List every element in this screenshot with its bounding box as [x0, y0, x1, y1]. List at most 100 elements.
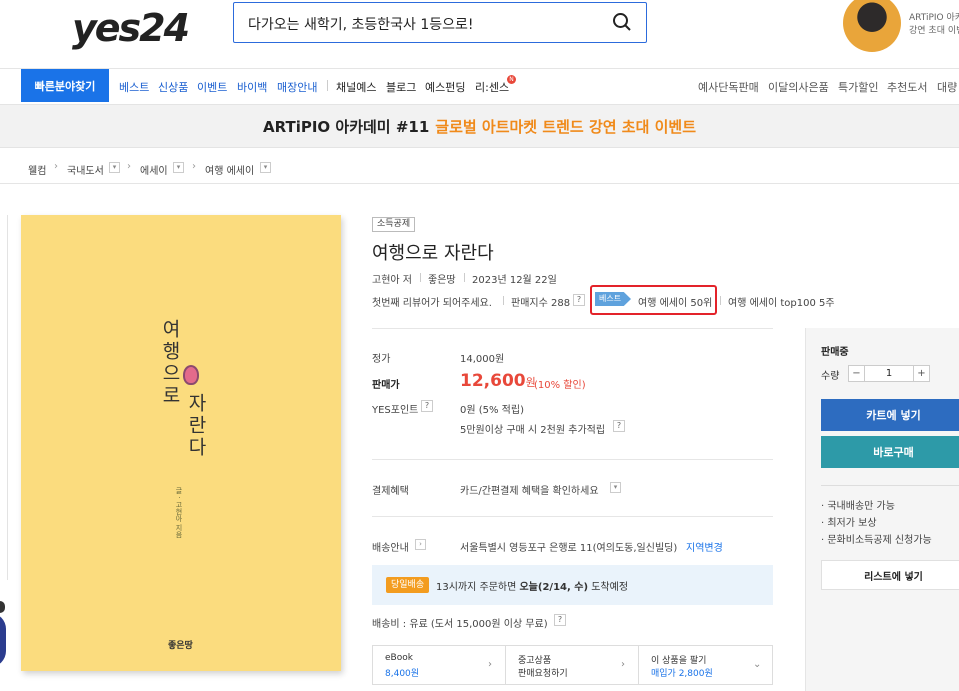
cover-publisher: 좋은땅 [168, 641, 193, 651]
quantity-minus-button[interactable]: − [848, 365, 865, 382]
help-icon[interactable]: ? [421, 400, 433, 412]
nav-bulk[interactable]: 대량 [937, 79, 957, 95]
search-bar[interactable]: 다가오는 새학기, 초등한국사 1등으로! [233, 2, 647, 43]
meta-separator [464, 273, 465, 282]
ad-avatar[interactable] [843, 0, 901, 52]
chevron-down-icon[interactable]: ▾ [610, 482, 621, 493]
nav-license[interactable]: 리:센스 [475, 79, 509, 95]
nav-yes-funding[interactable]: 예스펀딩 [425, 79, 465, 95]
yes-point-label: YES포인트 [372, 405, 419, 416]
chevron-right-icon[interactable]: › [415, 539, 426, 550]
side-thumbnail-strip[interactable] [0, 215, 8, 580]
section-divider [372, 328, 773, 329]
used-title: 중고상품 [518, 656, 552, 666]
sell-title: 이 상품을 팔기 [651, 656, 707, 666]
payment-benefit-link[interactable]: 카드/간편결제 혜택을 확인하세요 [460, 482, 599, 497]
nav-store[interactable]: 매장안내 [277, 79, 317, 95]
eta-date: 오늘(2/14, 수) [519, 582, 589, 593]
breadcrumb-item-domestic[interactable]: 국내도서 [67, 162, 104, 177]
cover-title-part1: 여행으로 [159, 319, 181, 407]
chevron-down-icon[interactable]: ▾ [260, 162, 271, 173]
section-divider [372, 516, 773, 517]
note-lowest-price: · 최저가 보상 [821, 518, 877, 529]
top100-link[interactable]: 여행 에세이 top100 5주 [728, 294, 835, 309]
promo-banner[interactable]: ARTiPIO 아카데미 #11 글로벌 아트마켓 트렌드 강연 초대 이벤트 [0, 104, 959, 148]
search-input[interactable]: 다가오는 새학기, 초등한국사 1등으로! [248, 14, 474, 34]
note-culture-deduction: · 문화비소득공제 신청가능 [821, 535, 932, 546]
list-price-value: 14,000원 [460, 354, 505, 365]
quick-find-button[interactable]: 빠른분야찾기 [21, 69, 109, 102]
same-day-badge: 당일배송 [386, 577, 430, 593]
banner-highlight-text: 글로벌 아트마켓 트렌드 강연 초대 이벤트 [435, 117, 696, 136]
eta-pre: 13시까지 주문하면 [436, 582, 520, 593]
sell-buyback-price: 매입가 2,800원 [651, 669, 713, 679]
nav-gift[interactable]: 이달의사은품 [768, 79, 829, 95]
cover-author: 글 · 고현아 지음 [175, 487, 183, 538]
new-badge: N [507, 75, 516, 84]
yes24-logo[interactable]: yes24 [72, 6, 190, 50]
nav-best[interactable]: 베스트 [119, 79, 149, 95]
quantity-plus-button[interactable]: + [913, 365, 930, 382]
book-cover-image[interactable]: 여행으로 자란다 글 · 고현아 지음 좋은땅 [21, 215, 341, 671]
yes-point-value: 0원 (5% 적립) [460, 405, 524, 416]
list-price-label: 정가 [372, 354, 391, 365]
quantity-input[interactable]: 1 [865, 365, 913, 382]
first-reviewer-link[interactable]: 첫번째 리뷰어가 되어주세요. [372, 294, 492, 309]
nav-event[interactable]: 이벤트 [197, 79, 227, 95]
delivery-address: 서울특별시 영등포구 은행로 11(여의도동,일신빌딩) [460, 543, 678, 554]
cover-illustration [183, 365, 199, 385]
nav-divider [0, 68, 959, 69]
chevron-right-icon: › [54, 161, 58, 172]
best-rank-link[interactable]: 여행 에세이 50위 [638, 294, 712, 309]
breadcrumb-home[interactable]: 웰컴 [28, 162, 46, 177]
yes-point-extra: 5만원이상 구매 시 2천원 추가적립 [460, 425, 606, 436]
ebook-price: 8,400원 [385, 669, 420, 679]
sell-this-card[interactable]: 이 상품을 팔기 매입가 2,800원 ⌄ [639, 646, 772, 684]
search-icon[interactable] [612, 12, 632, 32]
top-ad-text[interactable]: ARTiPIO 아카 강연 초대 이벤 [909, 12, 959, 38]
panel-divider [821, 485, 959, 486]
ebook-card[interactable]: eBook 8,400원 › [373, 646, 506, 684]
region-change-link[interactable]: 지역변경 [686, 539, 723, 554]
publisher-link[interactable]: 좋은땅 [428, 271, 456, 286]
add-to-list-button[interactable]: 리스트에 넣기 [821, 560, 959, 590]
nav-special-discount[interactable]: 특가할인 [838, 79, 878, 95]
buy-now-button[interactable]: 바로구매 [821, 436, 959, 468]
nav-buyback[interactable]: 바이백 [237, 79, 267, 95]
ad-text-line2: 강연 초대 이벤 [909, 26, 959, 36]
help-icon[interactable]: ? [613, 420, 625, 432]
side-floating-icon[interactable] [0, 601, 5, 613]
tax-deduction-badge: 소득공제 [372, 217, 416, 232]
help-icon[interactable]: ? [573, 294, 585, 306]
eta-post: 도착예정 [588, 582, 629, 593]
nav-exclusive[interactable]: 예사단독판매 [698, 79, 759, 95]
author-link[interactable]: 고현아 저 [372, 271, 412, 286]
nav-blog[interactable]: 블로그 [386, 79, 416, 95]
add-to-cart-button[interactable]: 카트에 넣기 [821, 399, 959, 431]
chevron-down-icon[interactable]: ▾ [109, 162, 120, 173]
breadcrumb-divider [0, 183, 959, 184]
nav-channel-yes[interactable]: 채널예스 [336, 79, 376, 95]
ad-text-line1: ARTiPIO 아카 [909, 13, 959, 23]
breadcrumb-item-essay[interactable]: 에세이 [140, 162, 168, 177]
ebook-title: eBook [385, 653, 413, 663]
help-icon[interactable]: ? [554, 614, 566, 626]
banner-main-text: ARTiPIO 아카데미 #11 [263, 117, 430, 136]
side-floating-banner[interactable] [0, 613, 6, 667]
used-product-card[interactable]: 중고상품 판매요청하기 › [506, 646, 639, 684]
nav-new[interactable]: 신상품 [158, 79, 188, 95]
best-tag: 베스트 [595, 292, 631, 306]
chevron-down-icon: ⌄ [753, 659, 762, 670]
related-offers: eBook 8,400원 › 중고상품 판매요청하기 › 이 상품을 팔기 매입… [372, 645, 773, 685]
sale-price-value: 12,600 [460, 371, 526, 391]
chevron-down-icon[interactable]: ▾ [173, 162, 184, 173]
chevron-right-icon: › [488, 659, 492, 670]
nav-recommend[interactable]: 추천도서 [887, 79, 927, 95]
meta-separator [420, 273, 421, 282]
book-title: 여행으로 자란다 [372, 243, 494, 264]
section-divider [372, 459, 773, 460]
chevron-right-icon: › [192, 161, 196, 172]
quantity-label: 수량 [821, 371, 840, 382]
nav-separator [327, 80, 328, 91]
breadcrumb-item-travel-essay[interactable]: 여행 에세이 [205, 162, 254, 177]
